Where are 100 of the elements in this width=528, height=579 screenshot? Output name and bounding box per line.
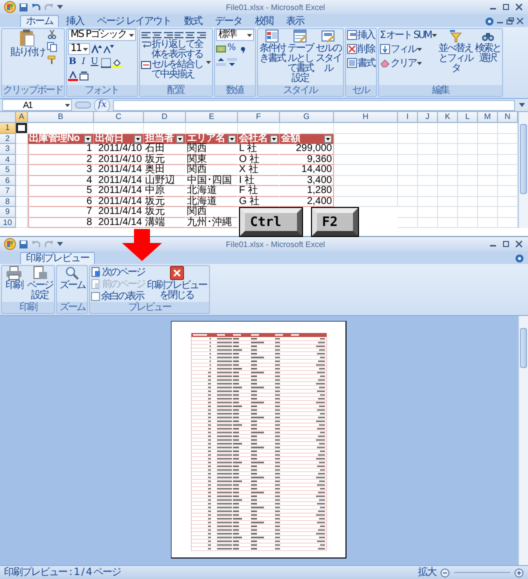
zoom-button[interactable]: ズーム xyxy=(58,266,86,291)
number-format-field[interactable]: 標準 xyxy=(216,29,254,41)
ribbon-tab[interactable]: ホーム xyxy=(20,15,59,27)
close-preview-button[interactable]: 印刷プレビューを閉じる xyxy=(146,266,208,301)
sheet-cell[interactable] xyxy=(458,165,478,176)
filter-button[interactable] xyxy=(270,134,278,143)
sheet-cell[interactable] xyxy=(478,154,498,165)
name-box[interactable]: A1 xyxy=(2,99,72,111)
sheet-cell[interactable] xyxy=(398,154,418,165)
sheet-cell[interactable] xyxy=(458,207,478,218)
copy-icon[interactable] xyxy=(47,42,58,52)
sheet-cell[interactable] xyxy=(334,165,398,176)
ribbon-tab[interactable]: 表示 xyxy=(280,15,310,27)
row-header[interactable]: 8 xyxy=(0,196,16,207)
sheet-cell[interactable] xyxy=(334,186,398,196)
row-header[interactable]: 10 xyxy=(0,218,16,228)
style-button[interactable]: テーブルとして書式設定 xyxy=(286,29,314,84)
column-header[interactable]: A xyxy=(16,112,28,123)
column-header[interactable]: F xyxy=(238,112,280,123)
sheet-cell[interactable] xyxy=(16,218,28,228)
ribbon-tab[interactable]: 数式 xyxy=(178,15,208,27)
sheet-cell[interactable] xyxy=(398,176,418,186)
splitter-icon[interactable] xyxy=(75,101,91,109)
close-icon[interactable] xyxy=(514,3,524,11)
row-header[interactable]: 5 xyxy=(0,165,16,176)
sheet-cell[interactable] xyxy=(418,176,438,186)
ribbon-tab[interactable]: ページ レイアウト xyxy=(91,15,178,27)
align-top-icon[interactable] xyxy=(140,30,151,40)
sheet-cell[interactable] xyxy=(458,176,478,186)
checkbox[interactable] xyxy=(91,292,100,300)
insert-function-button[interactable]: fx xyxy=(94,98,110,112)
filter-button[interactable] xyxy=(324,134,332,143)
sheet-cell[interactable] xyxy=(438,207,458,218)
sheet-cell[interactable] xyxy=(438,154,458,165)
close-icon[interactable] xyxy=(516,17,524,25)
sheet-cell[interactable] xyxy=(458,218,478,228)
sheet-cell[interactable] xyxy=(478,144,498,154)
save-icon[interactable] xyxy=(19,240,28,248)
sheet-cell[interactable] xyxy=(398,207,418,218)
text-style-button[interactable]: B xyxy=(68,57,78,68)
sheet-cell[interactable] xyxy=(438,144,458,154)
close-icon[interactable] xyxy=(514,240,524,248)
zoom-out-icon[interactable] xyxy=(440,568,450,578)
align-center-icon[interactable] xyxy=(184,30,195,40)
sheet-cell[interactable] xyxy=(16,196,28,207)
undo-icon[interactable] xyxy=(31,2,41,12)
sheet-cell[interactable] xyxy=(478,207,498,218)
style-button[interactable]: セルのスタイル xyxy=(314,29,342,74)
sheet-cell[interactable] xyxy=(398,165,418,176)
sheet-cell[interactable] xyxy=(398,186,418,196)
sheet-cell[interactable] xyxy=(438,196,458,207)
column-header[interactable]: E xyxy=(186,112,238,123)
column-header[interactable]: H xyxy=(334,112,398,123)
sheet-cell[interactable] xyxy=(458,144,478,154)
currency-icon[interactable] xyxy=(216,44,226,54)
save-icon[interactable] xyxy=(19,2,28,12)
sheet-cell[interactable] xyxy=(418,165,438,176)
office-logo[interactable] xyxy=(4,1,16,13)
sheet-cell[interactable] xyxy=(438,165,458,176)
help-icon[interactable] xyxy=(515,254,524,262)
filter-button[interactable] xyxy=(176,134,184,143)
sheet-cell[interactable] xyxy=(418,186,438,196)
help-icon[interactable] xyxy=(485,16,494,26)
sheet-cell[interactable] xyxy=(458,154,478,165)
align-left-icon[interactable] xyxy=(174,30,184,40)
sheet-cell[interactable] xyxy=(398,196,418,207)
sheet-cell[interactable] xyxy=(458,186,478,196)
sheet-cell[interactable] xyxy=(478,196,498,207)
page-setup-button[interactable]: ページ設定 xyxy=(26,266,53,301)
sheet-cell[interactable] xyxy=(478,218,498,228)
column-header[interactable]: D xyxy=(144,112,186,123)
column-header[interactable]: G xyxy=(280,112,334,123)
sheet-cell[interactable] xyxy=(438,123,458,134)
border-icon[interactable] xyxy=(100,58,110,68)
column-header[interactable]: I xyxy=(398,112,418,123)
font-name-field[interactable]: MS Pゴシック xyxy=(68,29,136,41)
caret-icon[interactable] xyxy=(57,4,63,10)
row-header[interactable]: 4 xyxy=(0,154,16,165)
next-page-button[interactable]: 次のページ xyxy=(91,266,144,278)
paste-button[interactable]: 貼り付け xyxy=(8,29,46,58)
sheet-cell[interactable] xyxy=(438,186,458,196)
row-header[interactable]: 3 xyxy=(0,144,16,154)
filter-button[interactable] xyxy=(84,134,92,143)
align-middle-icon[interactable] xyxy=(152,30,162,40)
print-button[interactable]: 印刷 xyxy=(3,266,25,291)
active-cell[interactable] xyxy=(16,123,28,134)
vertical-scrollbar[interactable] xyxy=(518,112,528,228)
percent-button[interactable]: % xyxy=(226,43,237,54)
maximize-icon[interactable] xyxy=(501,3,511,11)
caret-icon[interactable] xyxy=(57,241,63,247)
sheet-cell[interactable] xyxy=(334,144,398,154)
sheet-cell[interactable] xyxy=(398,123,418,134)
row-header[interactable]: 1 xyxy=(0,123,16,134)
align-bottom-icon[interactable] xyxy=(162,30,173,40)
ribbon-tab[interactable]: 挿入 xyxy=(60,15,90,27)
grow-font-icon[interactable] xyxy=(91,44,102,54)
cells-button[interactable]: 挿入 xyxy=(346,29,375,41)
sheet-cell[interactable] xyxy=(16,186,28,196)
increase-decimal-icon[interactable] xyxy=(216,56,226,66)
column-header[interactable]: B xyxy=(28,112,94,123)
